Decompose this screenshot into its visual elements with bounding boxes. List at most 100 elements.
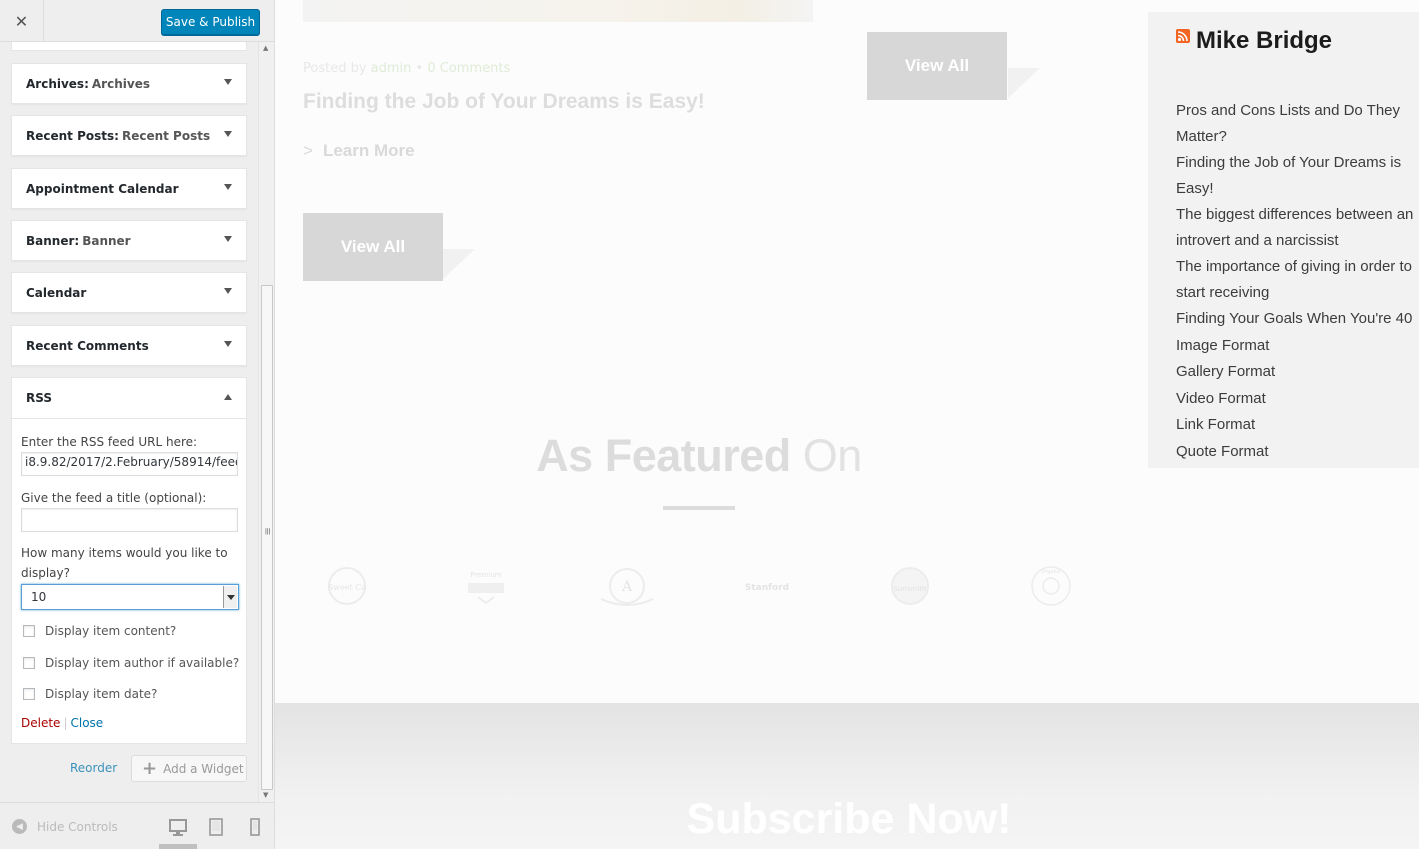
save-publish-button[interactable]: Save & Publish [161, 9, 260, 35]
widget-archives[interactable]: Archives: Archives [11, 63, 247, 104]
collapse-sidebar-icon: ◀ [12, 819, 27, 834]
rss-item-link[interactable]: Finding Your Goals When You're 40 [1176, 306, 1419, 332]
learn-more-link[interactable]: > Learn More [303, 141, 415, 161]
scroll-down-icon[interactable]: ▼ [263, 791, 268, 799]
logo-text: Stanford [745, 583, 789, 593]
partner-logo-5: Sunsmith [891, 567, 929, 605]
rss-url-input[interactable]: i8.9.82/2017/2.February/58914/feed [21, 452, 238, 476]
rss-item-link[interactable]: Finding the Job of Your Dreams is Easy! [1176, 150, 1419, 201]
separator: | [63, 716, 68, 730]
post-meta-prefix: Posted by [303, 61, 367, 76]
rss-item-link[interactable]: The biggest differences between an intro… [1176, 202, 1419, 253]
expand-arrow-icon[interactable] [224, 79, 232, 85]
rss-url-label: Enter the RSS feed URL here: [21, 435, 198, 449]
subscribe-title: Subscribe Now! [686, 795, 1012, 843]
scroll-up-icon[interactable]: ▲ [263, 44, 268, 52]
widget-actions: Delete | Close [21, 716, 103, 730]
widget-title: Banner: [26, 233, 80, 248]
widget-rss-expanded: RSS Enter the RSS feed URL here: i8.9.82… [11, 377, 247, 744]
widget-title: Archives: [26, 76, 89, 91]
close-widget-link[interactable]: Close [70, 716, 103, 730]
checkbox-label: Display item author if available? [45, 656, 240, 670]
widget-instance-title: Archives [91, 76, 150, 91]
heading-underline [663, 506, 735, 510]
view-all-button-top[interactable]: View All [867, 32, 1007, 100]
widget-title: RSS [26, 391, 52, 405]
rss-item-link[interactable]: Pros and Cons Lists and Do They Matter? [1176, 98, 1419, 149]
expand-arrow-icon[interactable] [224, 131, 232, 137]
display-content-checkbox[interactable] [23, 625, 35, 637]
scrollbar-thumb[interactable] [261, 285, 273, 790]
widget-title: Recent Posts: [26, 128, 119, 143]
widget-title: Recent Comments [26, 338, 149, 353]
items-count-select[interactable]: 10 [21, 584, 239, 610]
add-widget-label: Add a Widget [163, 761, 244, 776]
post-image [303, 0, 813, 22]
app-root: ✕ Save & Publish Archives: Archives Rece… [0, 0, 1419, 849]
expand-arrow-icon[interactable] [224, 341, 232, 347]
post-author-link[interactable]: admin [371, 61, 412, 76]
view-all-button[interactable]: View All [303, 213, 443, 281]
plus-icon: + [142, 757, 158, 779]
featured-bold-text: As Featured [536, 430, 791, 481]
widget-calendar[interactable]: Calendar [11, 272, 247, 313]
expand-arrow-icon[interactable] [224, 236, 232, 242]
dropdown-arrow-icon[interactable] [223, 586, 237, 608]
rss-item-link[interactable]: Link Format [1176, 412, 1419, 438]
checkbox-label: Display item date? [45, 687, 158, 701]
feed-title-label: Give the feed a title (optional): [21, 491, 207, 505]
rss-item-link[interactable]: Quote Format [1176, 439, 1419, 465]
post-comments-link[interactable]: 0 Comments [427, 61, 510, 76]
hide-controls-label: Hide Controls [37, 819, 118, 834]
widget-recent-comments[interactable]: Recent Comments [11, 325, 247, 366]
checkbox-row-date[interactable]: Display item date? [23, 687, 157, 701]
rss-feed-icon[interactable] [1176, 29, 1190, 43]
expand-arrow-icon[interactable] [224, 288, 232, 294]
collapse-arrow-icon[interactable] [224, 394, 232, 400]
meta-bullet: • [415, 61, 424, 76]
logo-text: Premium [470, 571, 501, 579]
add-widget-button[interactable]: + Add a Widget [131, 755, 247, 782]
partner-logo-1: Sweet Co [328, 567, 366, 605]
partner-logo-2: Premium [468, 571, 504, 605]
display-date-checkbox[interactable] [23, 688, 35, 700]
widget-stub-top [11, 42, 247, 51]
button-shadow [1008, 68, 1040, 98]
widget-banner[interactable]: Banner: Banner [11, 220, 247, 261]
feed-title-input[interactable] [21, 508, 238, 532]
tablet-icon[interactable] [206, 817, 226, 837]
rss-widget-title[interactable]: Mike Bridge [1196, 27, 1332, 55]
widget-appointment-calendar[interactable]: Appointment Calendar [11, 168, 247, 209]
active-device-indicator [159, 844, 197, 849]
rss-widget-header[interactable]: RSS [12, 378, 246, 419]
featured-light-text: On [802, 430, 863, 481]
checkbox-row-content[interactable]: Display item content? [23, 624, 176, 638]
close-customizer-button[interactable]: ✕ [0, 0, 44, 42]
expand-arrow-icon[interactable] [224, 184, 232, 190]
rss-item-link[interactable]: Image Format [1176, 333, 1419, 359]
delete-widget-link[interactable]: Delete [21, 716, 60, 730]
checkbox-label: Display item content? [45, 624, 177, 638]
widget-instance-title: Banner [82, 233, 131, 248]
checkbox-row-author[interactable]: Display item author if available? [23, 656, 239, 670]
featured-heading: As Featured On [275, 430, 1123, 482]
rss-widget-preview: Mike Bridge Pros and Cons Lists and Do T… [1148, 12, 1419, 468]
hide-controls-button[interactable]: ◀ Hide Controls [12, 819, 118, 834]
display-author-checkbox[interactable] [23, 657, 35, 669]
rss-item-link[interactable]: Video Format [1176, 386, 1419, 412]
widget-title: Calendar [26, 285, 87, 300]
customizer-sidebar: ✕ Save & Publish Archives: Archives Rece… [0, 0, 275, 849]
mobile-icon[interactable] [245, 817, 265, 837]
post-meta: Posted by admin • 0 Comments [303, 61, 510, 76]
sidebar-scrollbar[interactable]: ▲ ▼ [258, 42, 274, 802]
reorder-widgets-link[interactable]: Reorder [70, 761, 117, 775]
widget-title: Appointment Calendar [26, 181, 179, 196]
post-title[interactable]: Finding the Job of Your Dreams is Easy! [303, 90, 705, 114]
rss-item-link[interactable]: The importance of giving in order to sta… [1176, 254, 1419, 305]
button-shadow [443, 249, 475, 279]
widget-recent-posts[interactable]: Recent Posts: Recent Posts [11, 115, 247, 156]
rss-item-link[interactable]: Gallery Format [1176, 359, 1419, 385]
desktop-icon[interactable] [168, 817, 188, 837]
rss-widget-title-row: Mike Bridge [1176, 27, 1332, 55]
partner-logo-3: A [600, 568, 654, 606]
